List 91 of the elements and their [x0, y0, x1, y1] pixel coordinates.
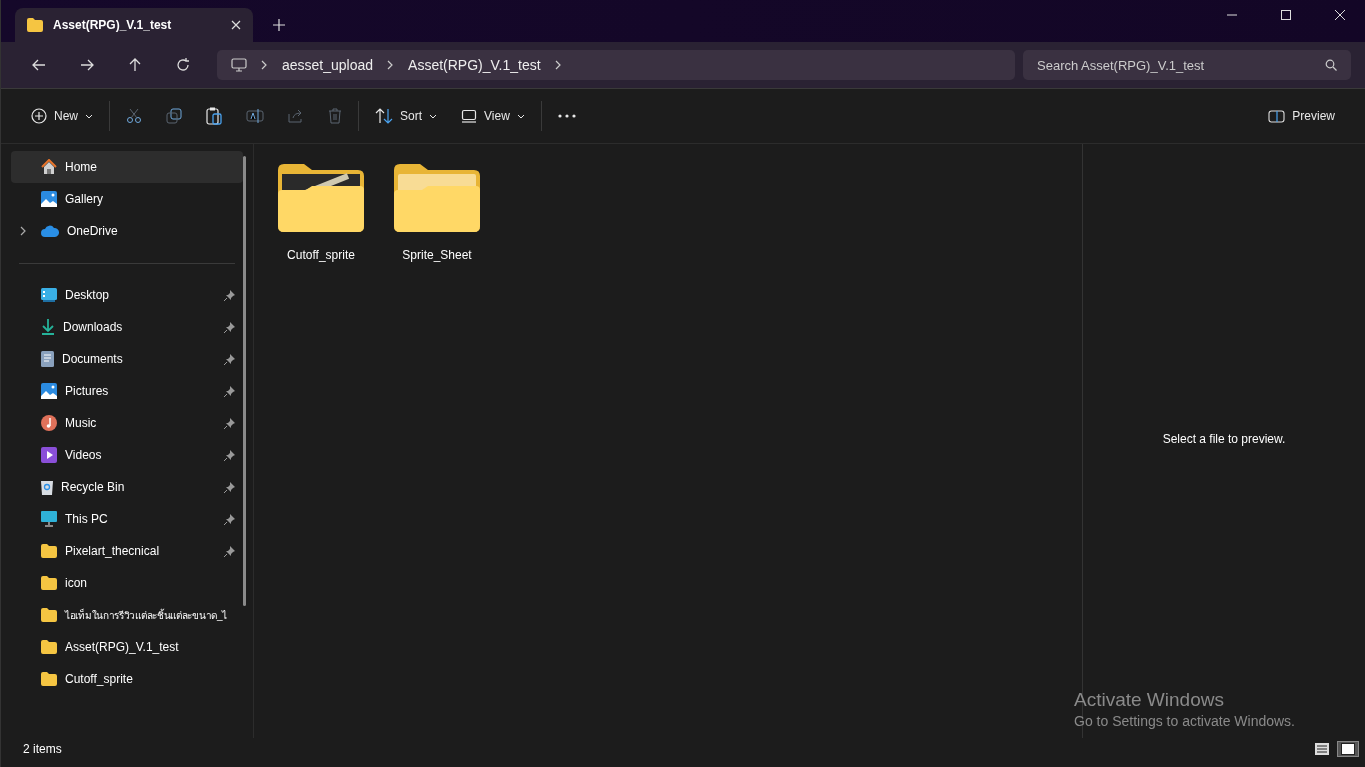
tiles-view-button[interactable]	[1337, 741, 1359, 757]
picture-icon	[41, 383, 57, 399]
search-field[interactable]: Search Asset(RPG)_V.1_test	[1023, 50, 1351, 80]
preview-message: Select a file to preview.	[1162, 432, 1286, 446]
video-icon	[41, 447, 57, 463]
rename-icon	[246, 108, 264, 124]
address-bar[interactable]: aesset_upload Asset(RPG)_V.1_test	[217, 50, 1015, 80]
square-icon	[1341, 743, 1355, 755]
caret-icon	[429, 113, 438, 119]
folder-icon	[41, 640, 57, 654]
activation-title: Activate Windows	[1074, 689, 1225, 711]
sidebar-item[interactable]: OneDrive	[11, 215, 243, 247]
pin-icon[interactable]	[224, 417, 235, 429]
back-arrow-icon[interactable]	[32, 58, 46, 72]
pin-icon[interactable]	[224, 385, 235, 397]
folder-thumbnail-icon	[278, 164, 364, 232]
sidebar-item[interactable]: Gallery	[11, 183, 243, 215]
sidebar-item[interactable]: Recycle Bin	[11, 471, 243, 503]
sidebar-item[interactable]: Documents	[11, 343, 243, 375]
scissors-icon	[126, 108, 142, 124]
search-icon	[1325, 59, 1337, 71]
cloud-icon	[41, 225, 59, 237]
folder-icon	[41, 608, 57, 622]
clipboard-icon	[206, 107, 222, 125]
sidebar-item[interactable]: Asset(RPG)_V.1_test	[11, 631, 243, 663]
scrollbar[interactable]	[243, 156, 246, 606]
pin-icon[interactable]	[224, 353, 235, 365]
sidebar-item[interactable]: Desktop	[11, 279, 243, 311]
item-count: 2 items	[23, 742, 62, 756]
music-note-icon	[41, 415, 57, 431]
pin-icon[interactable]	[224, 449, 235, 461]
pin-icon[interactable]	[224, 289, 235, 301]
preview-button[interactable]: Preview	[1256, 100, 1347, 132]
list-lines-icon	[1315, 743, 1329, 755]
share-icon	[288, 108, 304, 124]
monitor-icon	[41, 511, 57, 527]
panel-icon	[1268, 109, 1286, 123]
monitor-icon	[231, 58, 247, 72]
close-icon[interactable]	[231, 20, 241, 30]
chevron-icon[interactable]	[554, 60, 562, 70]
sidebar-item[interactable]: Home	[11, 151, 243, 183]
document-icon	[41, 351, 54, 367]
close-icon[interactable]	[1335, 10, 1345, 20]
chevron-icon[interactable]	[20, 226, 26, 236]
sidebar-item[interactable]: Cutoff_sprite	[11, 663, 243, 695]
folder-icon	[394, 164, 480, 232]
pin-icon[interactable]	[224, 481, 235, 493]
folder-icon	[41, 576, 57, 590]
screen-icon	[461, 109, 478, 123]
chevron-icon[interactable]	[261, 60, 268, 70]
folder-icon	[41, 672, 57, 686]
house-icon	[41, 159, 57, 175]
download-icon	[41, 319, 55, 335]
sidebar-item[interactable]: Pixelart_thecnical	[11, 535, 243, 567]
plus-icon[interactable]	[273, 19, 285, 31]
chevron-icon[interactable]	[387, 60, 395, 70]
caret-icon	[85, 113, 93, 119]
plus-circle-icon	[31, 108, 47, 124]
picture-icon	[41, 191, 57, 207]
breadcrumb-link[interactable]: aesset_upload	[282, 57, 374, 73]
recycle-bin-icon	[41, 479, 53, 495]
view-button[interactable]: View	[449, 100, 537, 132]
sort-arrows-icon	[375, 108, 393, 124]
sidebar-item[interactable]: This PC	[11, 503, 243, 535]
caret-icon	[516, 113, 525, 119]
sidebar-item[interactable]: Pictures	[11, 375, 243, 407]
desktop-icon	[41, 288, 57, 302]
pin-icon[interactable]	[224, 513, 235, 525]
sidebar-item[interactable]: Downloads	[11, 311, 243, 343]
more-icon	[557, 114, 576, 118]
activation-message: Go to Settings to activate Windows.	[1074, 713, 1295, 729]
sidebar-item[interactable]: Videos	[11, 439, 243, 471]
copy-icon	[166, 108, 182, 124]
breadcrumb-link[interactable]: Asset(RPG)_V.1_test	[408, 57, 541, 73]
up-arrow-icon[interactable]	[128, 58, 142, 72]
forward-arrow-icon[interactable]	[80, 58, 94, 72]
folder-icon	[27, 18, 43, 32]
folder-item[interactable]: Sprite_Sheet	[394, 164, 480, 262]
new-button[interactable]: New	[19, 100, 105, 132]
sidebar-item[interactable]: Music	[11, 407, 243, 439]
folder-icon	[41, 544, 57, 558]
sidebar-item[interactable]: icon	[11, 567, 243, 599]
folder-item[interactable]: Cutoff_sprite	[278, 164, 364, 262]
refresh-icon[interactable]	[176, 58, 190, 72]
sort-button[interactable]: Sort	[363, 100, 450, 132]
pin-icon[interactable]	[224, 321, 235, 333]
maximize-icon[interactable]	[1281, 10, 1291, 20]
sidebar-item[interactable]: ไอเท็มในการรีวิวแต่ละชิ้นแต่ละขนาด_ไ	[11, 599, 243, 631]
pin-icon[interactable]	[224, 545, 235, 557]
trash-icon	[328, 108, 342, 124]
window-tab[interactable]: Asset(RPG)_V.1_test	[15, 8, 253, 42]
